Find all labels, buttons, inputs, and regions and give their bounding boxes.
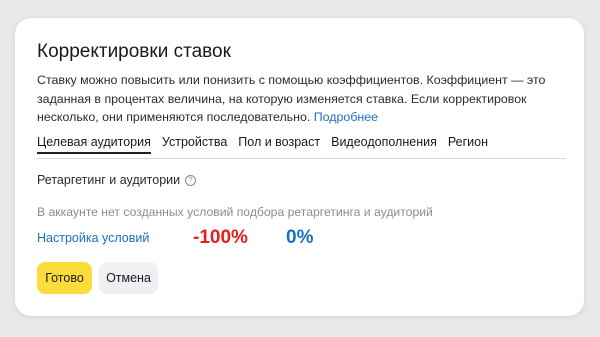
- description-text: Ставку можно повысить или понизить с пом…: [37, 73, 546, 124]
- retargeting-label-text: Ретаргетинг и аудитории: [37, 173, 181, 187]
- dialog-title: Корректировки ставок: [37, 41, 231, 62]
- tab-target-audience[interactable]: Целевая аудитория: [37, 135, 151, 154]
- tab-devices[interactable]: Устройства: [162, 135, 227, 153]
- tab-gender-age[interactable]: Пол и возраст: [238, 135, 320, 153]
- tab-region[interactable]: Регион: [448, 135, 488, 153]
- cancel-button[interactable]: Отмена: [99, 262, 158, 294]
- bid-adjustments-dialog: Корректировки ставок Ставку можно повыси…: [15, 18, 584, 316]
- question-circle-icon[interactable]: ?: [185, 174, 197, 186]
- more-link[interactable]: Подробнее: [314, 110, 378, 124]
- adjustment-min-value: -100%: [193, 227, 248, 248]
- retargeting-section-label: Ретаргетинг и аудитории ?: [37, 173, 197, 187]
- empty-conditions-note: В аккаунте нет созданных условий подбора…: [37, 205, 433, 219]
- conditions-settings-link[interactable]: Настройка условий: [37, 231, 149, 245]
- adjustment-max-value: 0%: [286, 227, 314, 248]
- tab-video-extensions[interactable]: Видеодополнения: [331, 135, 437, 153]
- dialog-description: Ставку можно повысить или понизить с пом…: [37, 71, 567, 127]
- tab-bar: Целевая аудитория Устройства Пол и возра…: [37, 135, 566, 159]
- done-button[interactable]: Готово: [37, 262, 92, 294]
